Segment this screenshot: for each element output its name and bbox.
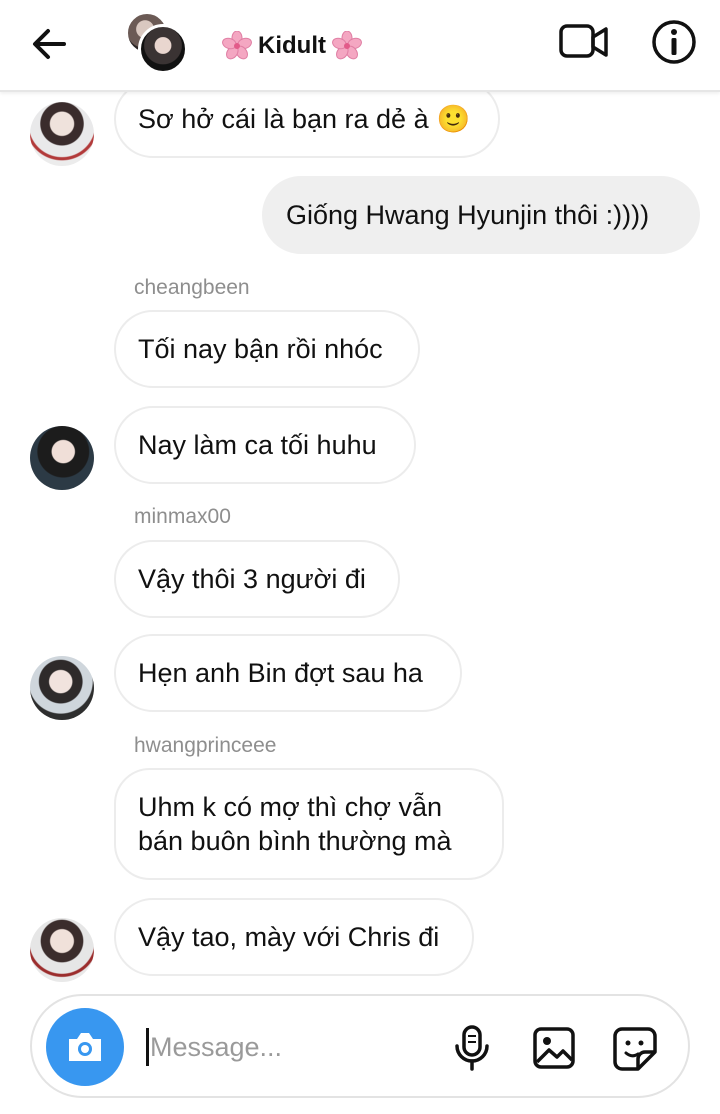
message-text: Uhm k có mợ thì chợ vẫn bán buôn bình th… [138, 792, 452, 856]
message-text: Vậy tao, mày với Chris đi [138, 922, 440, 952]
gallery-button[interactable] [532, 1026, 576, 1070]
message-text: Hẹn anh Bin đợt sau ha [138, 658, 423, 688]
sticker-button[interactable] [612, 1026, 658, 1072]
chat-header: Kidult [0, 0, 720, 92]
message-composer [30, 994, 690, 1098]
sender-avatar[interactable] [30, 918, 94, 982]
message-input[interactable] [150, 1024, 430, 1070]
cherry-blossom-icon [332, 31, 362, 60]
message-bubble[interactable]: Hẹn anh Bin đợt sau ha [114, 634, 462, 712]
camera-button[interactable] [46, 1008, 124, 1086]
message-text: Giống Hwang Hyunjin thôi :)))) [286, 200, 650, 230]
message-text: Vậy thôi 3 người đi [138, 564, 366, 594]
message-text: Tối nay bận rồi nhóc [138, 334, 383, 364]
camera-icon [69, 1033, 101, 1061]
chat-title[interactable]: Kidult [222, 28, 362, 64]
message-text: Sơ hở cái là bạn ra dẻ à [138, 104, 429, 134]
sender-name: hwangprinceee [134, 734, 277, 757]
info-icon [652, 20, 696, 64]
smiley-emoji-icon: 🙂 [436, 104, 471, 134]
chat-title-text: Kidult [258, 32, 326, 59]
microphone-icon [455, 1025, 489, 1071]
sticker-icon [613, 1027, 657, 1071]
group-avatar[interactable] [124, 10, 190, 76]
message-text: Nay làm ca tối huhu [138, 430, 377, 460]
message-bubble[interactable]: Uhm k có mợ thì chợ vẫn bán buôn bình th… [114, 768, 504, 880]
voice-message-button[interactable] [450, 1024, 494, 1072]
text-cursor [146, 1028, 149, 1066]
sender-avatar[interactable] [30, 426, 94, 490]
sender-name: cheangbeen [134, 276, 250, 299]
video-call-button[interactable] [558, 20, 610, 64]
message-bubble[interactable]: Vậy tao, mày với Chris đi [114, 898, 474, 976]
cherry-blossom-icon [222, 31, 252, 60]
message-bubble[interactable]: Vậy thôi 3 người đi [114, 540, 400, 618]
sender-avatar[interactable] [30, 656, 94, 720]
info-button[interactable] [650, 18, 698, 66]
own-message-bubble[interactable]: Giống Hwang Hyunjin thôi :)))) [262, 176, 700, 254]
arrow-left-icon [33, 29, 66, 59]
member-avatar [138, 24, 188, 74]
sender-avatar[interactable] [30, 102, 94, 166]
message-bubble[interactable]: Nay làm ca tối huhu [114, 406, 416, 484]
message-bubble[interactable]: Tối nay bận rồi nhóc [114, 310, 420, 388]
back-button[interactable] [28, 22, 72, 66]
image-icon [533, 1027, 575, 1069]
sender-name: minmax00 [134, 505, 231, 528]
video-camera-icon [559, 24, 608, 58]
